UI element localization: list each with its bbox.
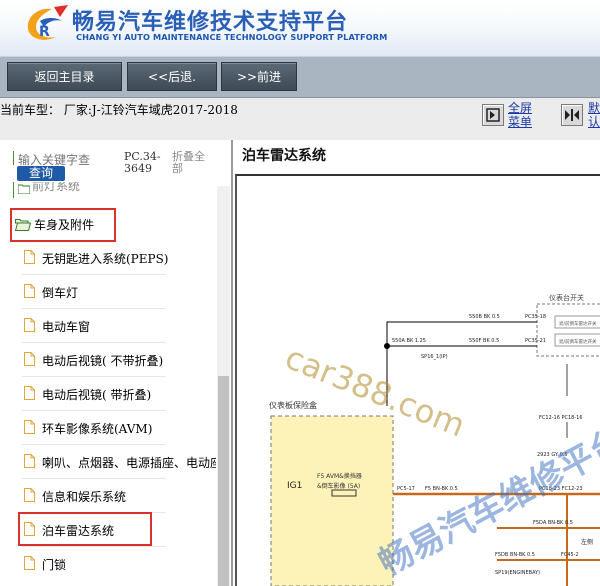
bracket-decoration xyxy=(13,151,16,165)
search-button[interactable]: 查询 xyxy=(17,166,65,181)
wire-label: 550B BK 0.5 xyxy=(469,314,500,320)
document-icon xyxy=(24,250,35,264)
partial-tree-label: 前灯系统 xyxy=(32,182,81,193)
switch-inner-label: 遮/前倒车雷达开关 xyxy=(559,320,597,327)
wire-label: F5DB BN-BK 0.5 xyxy=(495,552,535,558)
document-icon xyxy=(24,488,35,502)
splice-label: SP19(ENGINEBAY) xyxy=(495,570,540,576)
ig-label: IG1 xyxy=(287,481,302,491)
svg-text:R: R xyxy=(39,24,50,40)
tree-item-label: 电动后视镜( 带折叠) xyxy=(42,388,152,402)
tile-button[interactable] xyxy=(561,104,583,126)
tree-item-label: 电动车窗 xyxy=(42,320,91,334)
wire-label: 550F BK 0.5 xyxy=(469,338,499,344)
document-icon xyxy=(24,420,35,434)
splice-label: SP16_1(IP) xyxy=(421,354,448,360)
document-icon xyxy=(24,318,35,332)
wire-label: PC35-21 xyxy=(525,338,546,344)
wiring-diagram[interactable]: 仪表台开关 遮/前倒车雷达开关 遮/前倒车雷达开关 550B BK 0.5 PC… xyxy=(235,174,600,586)
tree-item[interactable]: 电动后视镜( 不带折叠) xyxy=(0,343,216,377)
sidebar: 查询 PC.34-3649 折叠全部 前灯系统 车身及附件 无钥匙进入系统(PE… xyxy=(0,140,233,586)
sidebar-scrollbar[interactable] xyxy=(217,186,230,586)
side-label: 左侧 xyxy=(581,538,593,546)
fullscreen-link[interactable]: 全屏 菜单 xyxy=(508,101,538,129)
current-model: 当前车型： 厂家:J-江铃汽车域虎2017-2018 xyxy=(0,103,238,117)
tree-item-label: 信息和娱乐系统 xyxy=(42,490,127,504)
model-bar: 当前车型： 厂家:J-江铃汽车域虎2017-2018 全屏 菜单 默 认 xyxy=(0,98,600,140)
forward-button[interactable]: >>前进 xyxy=(221,62,297,91)
home-button[interactable]: 返回主目录 xyxy=(7,62,122,91)
fuse-box xyxy=(270,415,394,586)
splice-dot xyxy=(384,343,390,349)
selected-highlight-box xyxy=(18,512,152,546)
version-label: PC.34-3649 xyxy=(124,150,161,175)
document-icon xyxy=(24,556,35,570)
tree-item-label: 环车影像系统(AVM) xyxy=(42,422,153,436)
folder-icon xyxy=(18,184,30,194)
document-icon xyxy=(24,454,35,468)
tree-item[interactable]: 信息和娱乐系统 xyxy=(0,479,216,513)
back-button[interactable]: <<后退. xyxy=(127,62,217,91)
content-panel: 泊车雷达系统 仪表台开关 遮/前倒车雷达开关 遮/前倒车雷达开关 550B BK… xyxy=(235,140,600,586)
tree-item[interactable]: 环车影像系统(AVM) xyxy=(0,411,216,445)
wiring-diagram-svg: 仪表台开关 遮/前倒车雷达开关 遮/前倒车雷达开关 550B BK 0.5 PC… xyxy=(269,293,600,586)
wire-label: F5DA BN-BK 0.5 xyxy=(533,520,573,526)
fuse-label-2: &倒车影像 (5A) xyxy=(317,482,360,490)
app-header: R 畅易汽车维修技术支持平台 CHANG YI AUTO MAINTENANCE… xyxy=(0,0,600,56)
folder-highlight-box xyxy=(10,208,116,242)
wire-label: PC35-18 xyxy=(525,314,546,320)
tree-item[interactable]: 喇叭、点烟器、电源插座、电动座 xyxy=(0,445,216,479)
tree-item-label: 无钥匙进入系统(PEPS) xyxy=(42,252,169,266)
document-icon xyxy=(24,386,35,400)
tile-icon xyxy=(565,109,579,121)
fuse-box-label: 仪表板保险盒 xyxy=(269,400,317,410)
wire-label: 550A BK 1.25 xyxy=(392,338,426,344)
tree-item-label: 门锁 xyxy=(42,558,67,572)
switch-inner-label: 遮/前倒车雷达开关 xyxy=(559,338,597,345)
tree-item[interactable]: 无钥匙进入系统(PEPS) xyxy=(0,241,216,275)
content-title: 泊车雷达系统 xyxy=(242,148,326,164)
scrollbar-thumb[interactable] xyxy=(218,376,229,586)
wire-label: F5 BN-BK 0.5 xyxy=(425,486,458,492)
tree-item[interactable]: 电动后视镜( 带折叠) xyxy=(0,377,216,411)
collapse-all-link[interactable]: 折叠全部 xyxy=(172,151,208,175)
tree-item-label: 喇叭、点烟器、电源插座、电动座 xyxy=(42,456,216,470)
switch-box xyxy=(536,303,600,357)
logo-icon: R xyxy=(27,5,68,40)
bracket-decoration xyxy=(13,182,16,198)
wire-label: FC45-2 xyxy=(561,552,579,558)
app-subtitle: CHANG YI AUTO MAINTENANCE TECHNOLOGY SUP… xyxy=(76,32,388,42)
wire-label: FC12-16 PC18-16 xyxy=(539,415,583,421)
tree-item-label: 倒车灯 xyxy=(42,286,79,300)
fullscreen-icon xyxy=(486,108,500,122)
navigation-toolbar: 返回主目录 <<后退. >>前进 xyxy=(0,56,600,98)
document-icon xyxy=(24,352,35,366)
fullscreen-button[interactable] xyxy=(482,104,504,126)
tree-item[interactable]: 倒车灯 xyxy=(0,275,216,309)
switch-box-label: 仪表台开关 xyxy=(549,293,584,302)
tree-item-label: 电动后视镜( 不带折叠) xyxy=(42,354,164,368)
document-icon xyxy=(24,284,35,298)
wire-label: PC5-17 xyxy=(397,486,415,492)
tile-link[interactable]: 默 认 xyxy=(588,101,600,129)
search-area: 查询 PC.34-3649 折叠全部 xyxy=(0,140,215,186)
tree-item[interactable]: 电动车窗 xyxy=(0,309,216,343)
partial-tree-item[interactable]: 前灯系统 xyxy=(0,182,216,200)
tree-item[interactable]: 门锁 xyxy=(0,547,216,581)
fuse-label: F5 AVM&换挡器 xyxy=(317,472,362,480)
